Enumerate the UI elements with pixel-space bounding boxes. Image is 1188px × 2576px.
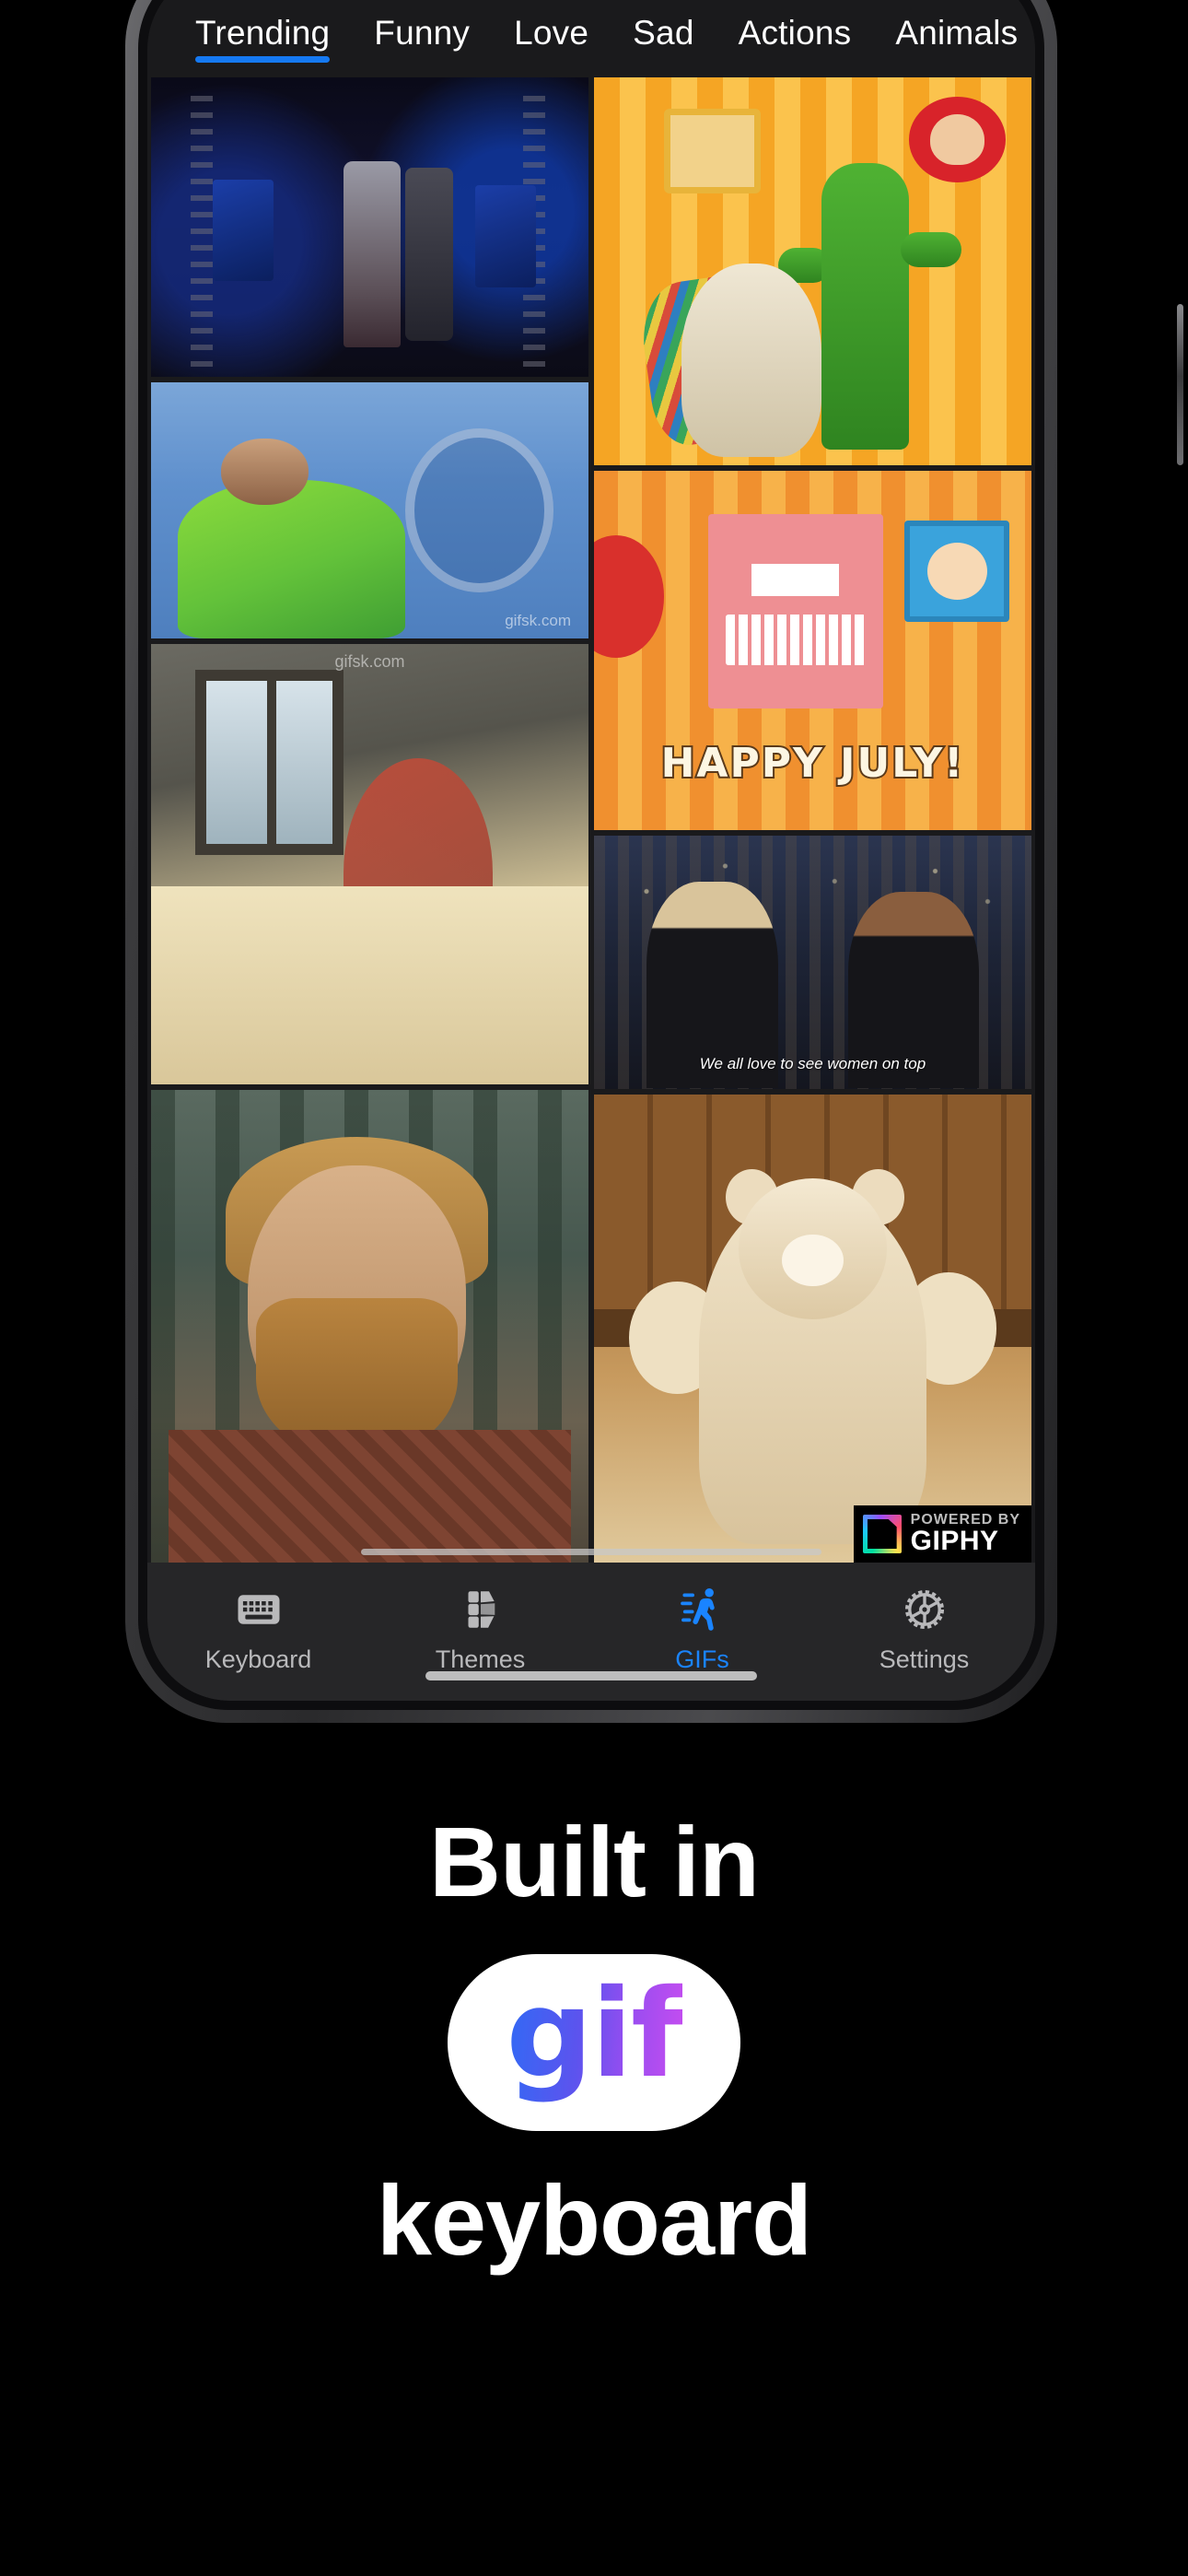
nav-item-themes[interactable]: Themes	[369, 1585, 591, 1674]
gif-watermark: gifsk.com	[334, 652, 405, 672]
keyboard-icon	[234, 1585, 284, 1634]
gif-item-bearded-man[interactable]	[151, 1089, 588, 1563]
tab-label: Animals	[895, 13, 1019, 52]
home-indicator[interactable]	[425, 1671, 757, 1680]
nav-item-label: Keyboard	[204, 1645, 312, 1673]
nav-item-keyboard[interactable]: Keyboard	[147, 1585, 369, 1674]
tab-label: Love	[514, 13, 589, 52]
gif-item-happy-july[interactable]: HAPPY JULY!	[594, 470, 1031, 831]
gif-category-tabs[interactable]: Trending Funny Love Sad Actions Animals	[147, 0, 1035, 77]
tab-love[interactable]: Love	[492, 0, 611, 77]
phone-bezel: Trending Funny Love Sad Actions Animals …	[138, 0, 1044, 1710]
tab-actions[interactable]: Actions	[716, 0, 874, 77]
tab-trending[interactable]: Trending	[173, 0, 352, 77]
gif-item-award-show[interactable]: We all love to see women on top	[594, 836, 1031, 1089]
walking-person-icon	[678, 1585, 728, 1634]
gif-caption: HAPPY JULY!	[659, 738, 965, 789]
gif-item-concert-stage[interactable]	[151, 77, 588, 378]
phone-screen: Trending Funny Love Sad Actions Animals …	[147, 0, 1035, 1701]
gif-item-cactus-puppet[interactable]	[594, 77, 1031, 465]
gif-results-grid[interactable]: gifsk.com gifsk.com HAPPY JULY! We all l…	[147, 77, 1035, 1563]
tab-funny[interactable]: Funny	[352, 0, 492, 77]
gif-column-right: HAPPY JULY! We all love to see women on …	[594, 77, 1031, 1563]
marketing-copy: Built in gif keyboard	[0, 1806, 1188, 2276]
headline-line-2: keyboard	[376, 2163, 812, 2276]
gear-icon	[900, 1585, 949, 1634]
gif-logo-word: gif	[506, 1973, 683, 2112]
tab-sad[interactable]: Sad	[611, 0, 716, 77]
tab-label: Sad	[633, 13, 694, 52]
headline-line-1: Built in	[429, 1806, 760, 1917]
gif-column-left: gifsk.com gifsk.com	[151, 77, 588, 1563]
gif-watermark: gifsk.com	[505, 612, 571, 630]
nav-item-label: Settings	[879, 1645, 970, 1673]
giphy-brand-label: GIPHY	[910, 1525, 999, 1556]
gif-item-dancing-teddy-bear[interactable]: POWERED BY GIPHY	[594, 1094, 1031, 1563]
tab-label: Actions	[738, 13, 852, 52]
nav-item-label: Themes	[435, 1645, 526, 1673]
gif-item-soccer-celebration[interactable]: gifsk.com	[151, 382, 588, 638]
tab-animals[interactable]: Animals	[873, 0, 1035, 77]
screenshot-root: Trending Funny Love Sad Actions Animals …	[0, 0, 1188, 2576]
nav-item-gifs[interactable]: GIFs	[591, 1585, 813, 1674]
tab-label: Trending	[195, 13, 331, 52]
powered-by-giphy-badge: POWERED BY GIPHY	[853, 1505, 1031, 1563]
power-button[interactable]	[1177, 304, 1183, 465]
gif-logo-pill: gif	[448, 1953, 740, 2131]
tab-label: Funny	[374, 13, 471, 52]
giphy-logo-icon	[862, 1514, 902, 1553]
gif-item-bedroom-window[interactable]: gifsk.com	[151, 643, 588, 1084]
phone-device-frame: Trending Funny Love Sad Actions Animals …	[125, 0, 1183, 1723]
themes-palette-icon	[456, 1585, 506, 1634]
gif-caption: We all love to see women on top	[699, 1055, 926, 1073]
gif-keyboard-panel: Trending Funny Love Sad Actions Animals …	[147, 0, 1035, 1701]
tab-active-underline	[195, 56, 331, 63]
giphy-wordmark: POWERED BY GIPHY	[910, 1512, 1020, 1556]
keyboard-drag-handle[interactable]	[361, 1549, 821, 1555]
nav-item-label: GIFs	[675, 1645, 729, 1673]
nav-item-settings[interactable]: Settings	[813, 1585, 1035, 1674]
